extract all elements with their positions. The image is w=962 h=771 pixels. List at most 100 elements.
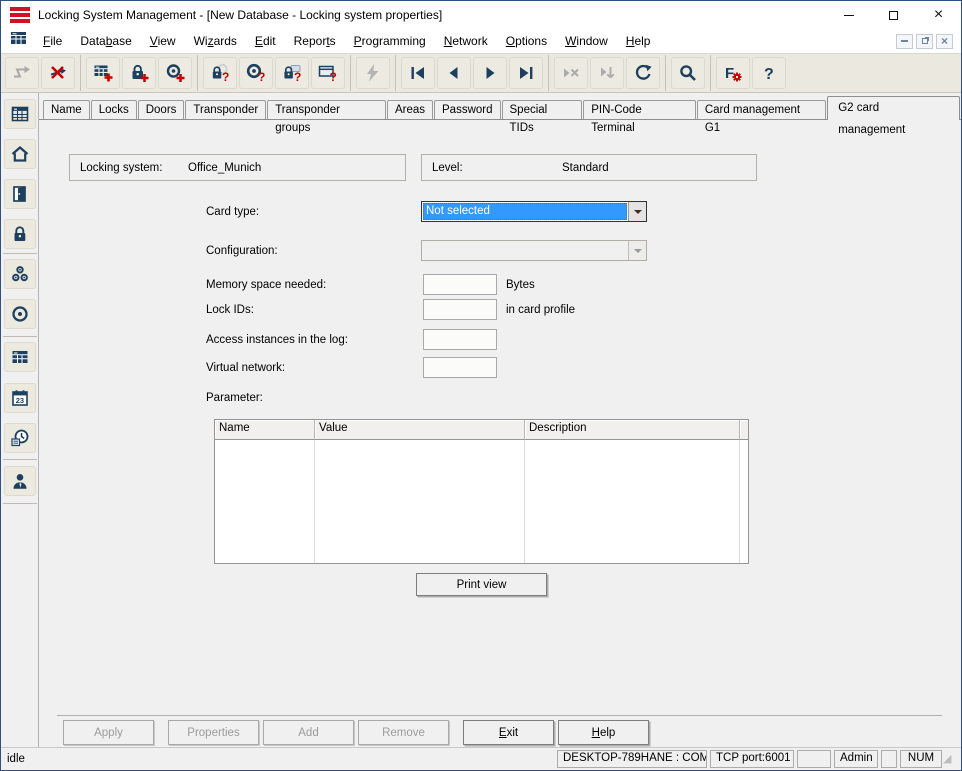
menu-options[interactable]: Options	[497, 31, 556, 51]
status-text: idle	[7, 753, 25, 765]
card-type-select[interactable]: Not selected	[421, 201, 647, 222]
sidebar-user-button[interactable]	[4, 466, 36, 496]
print-view-button[interactable]: Print view	[416, 573, 547, 596]
log-clock-icon	[10, 428, 30, 448]
status-panels: DESKTOP-789HANE : COM(*)TCP port:6001Adm…	[557, 750, 942, 768]
read-lock-g1-button[interactable]: ?	[275, 57, 309, 89]
sidebar-matrix-view-button[interactable]	[4, 99, 36, 129]
table-body-column	[740, 440, 748, 563]
column-header-name[interactable]: Name	[215, 420, 315, 440]
door-icon	[10, 184, 30, 204]
menu-window[interactable]: Window	[556, 31, 617, 51]
g2-card-management-panel: Locking system: Office_Munich Level: Sta…	[39, 119, 961, 747]
resize-grip-icon[interactable]: ◢	[943, 750, 959, 768]
sidebar-log-button[interactable]	[4, 423, 36, 453]
menu-database[interactable]: Database	[71, 31, 140, 51]
parameter-label: Parameter:	[206, 392, 263, 404]
tab-special-tids[interactable]: Special TIDs	[502, 100, 583, 119]
read-transponder-button[interactable]: ?	[239, 57, 273, 89]
sidebar-calendar-button[interactable]: 23	[4, 383, 36, 413]
sidebar-lock-button[interactable]	[4, 219, 36, 249]
help-icon: ?	[759, 63, 779, 83]
status-panel-1: TCP port:6001	[710, 750, 794, 768]
menu-view[interactable]: View	[141, 31, 185, 51]
disconnect-button[interactable]	[41, 57, 75, 89]
card-type-selected-value: Not selected	[423, 203, 627, 220]
minimize-button[interactable]	[826, 1, 871, 29]
maximize-button[interactable]	[871, 1, 916, 29]
nav-prev-button[interactable]	[437, 57, 471, 89]
read-lock-button[interactable]: ?	[203, 57, 237, 89]
footer-divider	[57, 715, 942, 716]
column-header-value[interactable]: Value	[315, 420, 525, 440]
program-button[interactable]	[356, 57, 390, 89]
tab-transponder-groups[interactable]: Transponder groups	[267, 100, 386, 119]
exit-button[interactable]: Exit	[463, 720, 554, 745]
help-button[interactable]: ?	[752, 57, 786, 89]
mdi-restore-button[interactable]	[916, 34, 933, 49]
menu-wizards[interactable]: Wizards	[185, 31, 246, 51]
configuration-dropdown-button	[628, 241, 646, 260]
tab-areas[interactable]: Areas	[387, 100, 433, 119]
title-bar: Locking System Management - [New Databas…	[1, 1, 961, 29]
help-button[interactable]: Help	[558, 720, 649, 745]
read-network-device-button[interactable]: ?	[311, 57, 345, 89]
cancel-record-button[interactable]	[554, 57, 588, 89]
menu-network[interactable]: Network	[435, 31, 497, 51]
mdi-minimize-button[interactable]	[896, 34, 913, 49]
sidebar-building-button[interactable]	[4, 139, 36, 169]
sidebar-transponder-groups-button[interactable]	[4, 259, 36, 289]
status-panel-0: DESKTOP-789HANE : COM(*)	[557, 750, 707, 768]
matrix-view-icon	[10, 104, 30, 124]
tab-transponder[interactable]: Transponder	[185, 100, 266, 119]
add-button: Add	[263, 720, 354, 745]
new-transponder-button[interactable]	[158, 57, 192, 89]
cancel-record-icon	[561, 63, 581, 83]
tab-locks[interactable]: Locks	[91, 100, 137, 119]
sync-arrow-icon	[12, 63, 32, 83]
mdi-close-button[interactable]: ×	[936, 34, 953, 49]
nav-next-button[interactable]	[473, 57, 507, 89]
sidebar-door-button[interactable]	[4, 179, 36, 209]
mdi-minimize-icon	[901, 40, 908, 42]
new-locking-system-button[interactable]	[86, 57, 120, 89]
sync-arrow-button[interactable]	[5, 57, 39, 89]
new-locking-system-icon	[93, 63, 113, 83]
tab-pin-code-terminal[interactable]: PIN-Code Terminal	[583, 100, 696, 119]
svg-text:?: ?	[330, 70, 337, 83]
tab-doors[interactable]: Doors	[138, 100, 185, 119]
new-lock-icon	[129, 63, 149, 83]
search-button[interactable]	[671, 57, 705, 89]
memory-space-suffix: Bytes	[506, 279, 535, 291]
disconnect-icon	[48, 63, 68, 83]
commit-record-button[interactable]	[590, 57, 624, 89]
access-instances-field	[423, 329, 497, 350]
tab-password[interactable]: Password	[434, 100, 501, 119]
nav-first-button[interactable]	[401, 57, 435, 89]
matrix-icon	[10, 347, 30, 367]
sidebar-transponder-button[interactable]	[4, 299, 36, 329]
menu-file[interactable]: File	[34, 31, 71, 51]
menu-reports[interactable]: Reports	[285, 31, 345, 51]
nav-prev-icon	[444, 63, 464, 83]
menu-programming[interactable]: Programming	[345, 31, 435, 51]
table-body-column	[315, 440, 525, 563]
sidebar-matrix-button[interactable]	[4, 342, 36, 372]
nav-last-button[interactable]	[509, 57, 543, 89]
status-bar: idle DESKTOP-789HANE : COM(*)TCP port:60…	[1, 747, 961, 770]
program-lightning-icon	[363, 63, 383, 83]
column-header-description[interactable]: Description	[525, 420, 740, 440]
lock-ids-field	[423, 299, 497, 320]
filter-settings-button[interactable]: F	[716, 57, 750, 89]
close-button[interactable]: ×	[916, 1, 961, 29]
menu-edit[interactable]: Edit	[246, 31, 285, 51]
card-type-dropdown-button[interactable]	[628, 202, 646, 221]
menu-help[interactable]: Help	[617, 31, 660, 51]
tab-card-management-g1[interactable]: Card management G1	[697, 100, 826, 119]
refresh-button[interactable]	[626, 57, 660, 89]
svg-text:F: F	[725, 65, 734, 82]
new-lock-button[interactable]	[122, 57, 156, 89]
nav-next-icon	[480, 63, 500, 83]
tab-name[interactable]: Name	[43, 100, 90, 119]
tab-g2-card-management[interactable]: G2 card management	[827, 96, 960, 120]
